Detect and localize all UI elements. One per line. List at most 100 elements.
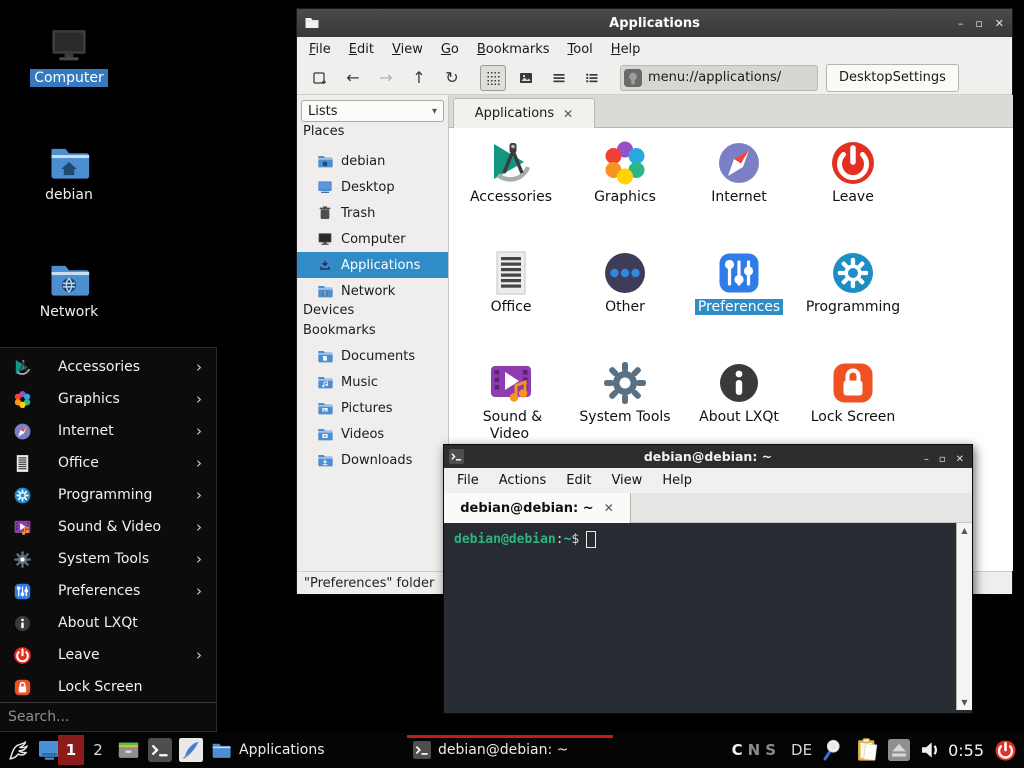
menu-item-system-tools[interactable]: System Tools › [0, 543, 216, 575]
chevron-right-icon: › [196, 358, 202, 376]
sidebar-item-videos[interactable]: Videos [297, 421, 448, 447]
scroll-up-icon[interactable]: ▲ [958, 526, 971, 535]
menu-item-leave[interactable]: Leave › [0, 639, 216, 671]
menu-item-preferences[interactable]: Preferences › [0, 575, 216, 607]
menu-item-programming[interactable]: Programming › [0, 479, 216, 511]
desktop-icon-computer[interactable]: Computer [26, 24, 112, 87]
menu-item-office[interactable]: Office › [0, 447, 216, 479]
category-programming[interactable]: Programming [796, 243, 910, 351]
file-manager-launcher[interactable] [116, 738, 141, 762]
menu-file[interactable]: File [457, 473, 479, 488]
task-button-applications[interactable]: Applications [210, 732, 400, 768]
sidebar-item-computer[interactable]: Computer [297, 226, 448, 252]
menu-item-internet[interactable]: Internet › [0, 415, 216, 447]
workspace-2-button[interactable]: 2 [88, 735, 108, 765]
menu-actions[interactable]: Actions [499, 473, 547, 488]
category-office[interactable]: Office [454, 243, 568, 351]
address-bar[interactable]: menu://applications/ [620, 65, 818, 91]
icon-view-button[interactable] [480, 65, 506, 91]
sidebar-item-music[interactable]: Music [297, 369, 448, 395]
minimize-button[interactable]: – [924, 454, 929, 465]
terminal-titlebar[interactable]: debian@debian: ~ – ▫ ✕ [444, 445, 972, 468]
keyboard-layout-indicator[interactable]: DE [791, 741, 812, 759]
forward-button[interactable]: → [373, 65, 399, 91]
removable-media-icon[interactable] [888, 739, 910, 761]
main-menu-button[interactable] [6, 737, 32, 763]
menu-edit[interactable]: Edit [566, 473, 591, 488]
menu-item-sound-video[interactable]: Sound & Video › [0, 511, 216, 543]
sidebar-item-downloads[interactable]: Downloads [297, 447, 448, 473]
volume-icon[interactable] [920, 739, 942, 761]
category-internet[interactable]: Internet [682, 133, 796, 241]
office-icon [13, 454, 32, 473]
desktop-icon-network[interactable]: Network [26, 258, 112, 321]
sidebar-item-network[interactable]: Network [297, 278, 448, 304]
menu-view[interactable]: View [611, 473, 642, 488]
sidebar-item-pictures[interactable]: Pictures [297, 395, 448, 421]
text-editor-launcher[interactable] [179, 738, 203, 762]
workspace-1-button[interactable]: 1 [58, 735, 84, 765]
minimize-button[interactable]: – [958, 17, 964, 30]
close-button[interactable]: ✕ [956, 454, 964, 465]
terminal-launcher[interactable] [148, 738, 172, 762]
menu-item-lock-screen[interactable]: Lock Screen [0, 671, 216, 703]
category-graphics[interactable]: Graphics [568, 133, 682, 241]
sidebar-item-documents[interactable]: Documents [297, 343, 448, 369]
power-button[interactable] [994, 739, 1017, 762]
new-tab-button[interactable] [307, 65, 333, 91]
menu-view[interactable]: View [392, 42, 423, 57]
desktop-icon-debian[interactable]: debian [26, 141, 112, 204]
sidebar-mode-select[interactable]: Lists ▾ [301, 100, 444, 122]
menu-go[interactable]: Go [441, 42, 459, 57]
menu-file[interactable]: File [309, 42, 331, 57]
detailed-view-button[interactable] [579, 65, 605, 91]
terminal-output[interactable]: debian@debian:~$ [445, 523, 956, 710]
sidebar-item-applications[interactable]: Applications [297, 252, 448, 278]
screenshot-tray-icon[interactable] [822, 738, 846, 762]
clock[interactable]: 0:55 [948, 741, 984, 760]
category-preferences[interactable]: Preferences [682, 243, 796, 351]
menu-item-accessories[interactable]: Accessories › [0, 351, 216, 383]
tab-close-icon[interactable]: ✕ [604, 501, 614, 515]
network-folder-icon [317, 283, 333, 299]
menu-item-about-lxqt[interactable]: About LXQt [0, 607, 216, 639]
scrolllock-indicator: S [765, 741, 776, 759]
devices-header: Devices [303, 303, 354, 319]
close-button[interactable]: ✕ [995, 17, 1004, 30]
refresh-button[interactable]: ↻ [439, 65, 465, 91]
downloads-folder-icon [317, 452, 333, 468]
scroll-down-icon[interactable]: ▼ [958, 698, 971, 707]
menu-help[interactable]: Help [662, 473, 692, 488]
menu-item-graphics[interactable]: Graphics › [0, 383, 216, 415]
sidebar-item-desktop[interactable]: Desktop [297, 174, 448, 200]
fm-titlebar[interactable]: Applications – ▫ ✕ [297, 9, 1012, 37]
task-button-terminal[interactable]: debian@debian: ~ [407, 732, 613, 768]
category-accessories[interactable]: Accessories [454, 133, 568, 241]
menu-search-input[interactable]: Search... [0, 702, 216, 731]
tab-applications[interactable]: Applications ✕ [453, 98, 595, 128]
thumbnail-view-button[interactable] [513, 65, 539, 91]
menu-tool[interactable]: Tool [568, 42, 593, 57]
clipboard-tray-icon[interactable] [854, 737, 880, 763]
system-tray: C N S DE 0:55 [732, 732, 1024, 768]
menu-edit[interactable]: Edit [349, 42, 374, 57]
tab-debian[interactable]: debian@debian: ~ ✕ [444, 493, 631, 523]
back-button[interactable]: ← [340, 65, 366, 91]
terminal-scrollbar[interactable]: ▲ ▼ [956, 523, 972, 710]
sidebar-item-debian[interactable]: debian [297, 148, 448, 174]
applications-icon [317, 257, 333, 273]
up-button[interactable]: ↑ [406, 65, 432, 91]
desktop-settings-button[interactable]: DesktopSettings [826, 64, 959, 92]
preferences-icon [13, 582, 32, 601]
chevron-right-icon: › [196, 454, 202, 472]
maximize-button[interactable]: ▫ [975, 17, 982, 30]
menu-bookmarks[interactable]: Bookmarks [477, 42, 550, 57]
sidebar-item-trash[interactable]: Trash [297, 200, 448, 226]
menu-help[interactable]: Help [611, 42, 641, 57]
category-other[interactable]: Other [568, 243, 682, 351]
maximize-button[interactable]: ▫ [939, 454, 946, 465]
category-leave[interactable]: Leave [796, 133, 910, 241]
tab-close-icon[interactable]: ✕ [563, 107, 573, 121]
compact-view-button[interactable] [546, 65, 572, 91]
chevron-down-icon: ▾ [432, 106, 437, 117]
